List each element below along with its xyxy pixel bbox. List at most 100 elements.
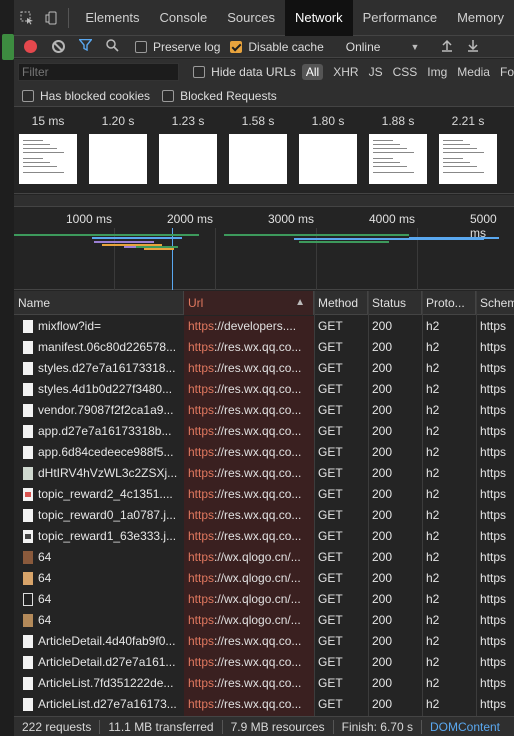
filter-type-font[interactable]: Fo: [500, 65, 514, 79]
request-name: vendor.79087f2f2ca1a9...: [38, 403, 174, 417]
filmstrip-frame[interactable]: 2.21 s: [436, 114, 500, 184]
clear-button[interactable]: [52, 40, 65, 53]
tab-console[interactable]: Console: [150, 0, 218, 36]
table-row[interactable]: ArticleDetail.d27e7a161... GET 200 h2 https h…: [14, 652, 514, 673]
request-name: ArticleList.d27e7a16173...: [38, 697, 177, 711]
request-scheme: https: [480, 592, 507, 606]
tab-performance[interactable]: Performance: [353, 0, 447, 36]
overview-tick-label: 4000 ms: [369, 212, 416, 226]
transferred-size: 11.1 MB transferred: [100, 719, 223, 734]
filter-type-media[interactable]: Media: [457, 65, 490, 79]
request-method: GET: [318, 382, 343, 396]
import-har-icon[interactable]: [441, 39, 453, 55]
requests-table-body: mixflow?id= GET 200 h2 https https://develope…: [14, 316, 514, 716]
request-method: GET: [318, 655, 343, 669]
url-remainder: ://res.wx.qq.co...: [214, 445, 302, 459]
export-har-icon[interactable]: [467, 39, 479, 55]
disable-cache-toggle[interactable]: Disable cache: [230, 39, 324, 54]
filter-icon[interactable]: [78, 38, 93, 54]
table-row[interactable]: topic_reward1_63e333.j... GET 200 h2 https ht…: [14, 526, 514, 547]
column-status-header[interactable]: Status: [368, 291, 422, 315]
column-method-header[interactable]: Method: [314, 291, 368, 315]
table-row[interactable]: ArticleDetail.4d40fab9f0... GET 200 h2 https…: [14, 631, 514, 652]
table-row[interactable]: manifest.06c80d226578... GET 200 h2 https htt…: [14, 337, 514, 358]
table-row[interactable]: 64 GET 200 h2 https https://wx.qlogo.cn/...: [14, 568, 514, 589]
filter-type-css[interactable]: CSS: [393, 65, 418, 79]
disable-cache-checkbox[interactable]: [230, 40, 243, 53]
table-row[interactable]: 64 GET 200 h2 https https://wx.qlogo.cn/...: [14, 610, 514, 631]
table-row[interactable]: topic_reward2_4c1351.... GET 200 h2 https htt…: [14, 484, 514, 505]
url-remainder: ://wx.qlogo.cn/...: [214, 592, 301, 606]
blocked-requests-checkbox[interactable]: [162, 89, 175, 102]
table-row[interactable]: app.d27e7a16173318b... GET 200 h2 https https…: [14, 421, 514, 442]
file-icon: [23, 677, 33, 690]
table-row[interactable]: 64 GET 200 h2 https https://wx.qlogo.cn/...: [14, 589, 514, 610]
tab-memory[interactable]: Memory: [447, 0, 514, 36]
filmstrip-frame[interactable]: 1.23 s: [156, 114, 220, 184]
request-url: https://res.wx.qq.co...: [188, 379, 310, 400]
record-button[interactable]: [24, 40, 37, 53]
preserve-log-toggle[interactable]: Preserve log: [135, 40, 220, 54]
throttling-select[interactable]: Online ▼: [346, 40, 420, 54]
disable-cache-label: Disable cache: [248, 39, 324, 54]
column-url-header[interactable]: Url ▲: [184, 291, 314, 315]
search-icon[interactable]: [106, 38, 119, 55]
table-row[interactable]: mixflow?id= GET 200 h2 https https://develope…: [14, 316, 514, 337]
request-name: ArticleList.7fd351222de...: [38, 676, 174, 690]
filmstrip-frame[interactable]: 1.80 s: [296, 114, 360, 184]
blocked-requests-toggle[interactable]: Blocked Requests: [162, 89, 277, 103]
hide-data-urls-checkbox[interactable]: [193, 66, 206, 78]
tab-sources[interactable]: Sources: [217, 0, 285, 36]
table-row[interactable]: vendor.79087f2f2ca1a9... GET 200 h2 https htt…: [14, 400, 514, 421]
frame-time: 1.23 s: [171, 114, 205, 128]
table-row[interactable]: styles.4d1b0d227f3480... GET 200 h2 https htt…: [14, 379, 514, 400]
request-method: GET: [318, 361, 343, 375]
table-row[interactable]: styles.d27e7a16173318... GET 200 h2 https htt…: [14, 358, 514, 379]
frame-thumbnail: [229, 134, 287, 184]
request-scheme: https: [480, 655, 507, 669]
column-scheme-header[interactable]: Schem: [476, 291, 514, 315]
filmstrip-frame[interactable]: 15 ms: [16, 114, 80, 184]
url-protocol: https: [188, 676, 215, 690]
avatar-image-icon: [23, 593, 33, 606]
filter-type-xhr[interactable]: XHR: [333, 65, 358, 79]
column-protocol-header[interactable]: Proto...: [422, 291, 476, 315]
has-blocked-cookies-checkbox[interactable]: [22, 89, 34, 102]
table-row[interactable]: app.6d84cedeece988f5... GET 200 h2 https http…: [14, 442, 514, 463]
filmstrip-frame[interactable]: 1.88 s: [366, 114, 430, 184]
url-protocol: https: [188, 445, 215, 459]
filmstrip-frame[interactable]: 1.58 s: [226, 114, 290, 184]
filmstrip-frame[interactable]: 1.20 s: [86, 114, 150, 184]
screenshots-filmstrip: 15 ms 1.20 s 1.23 s 1.58 s 1.80 s 1.88 s 2.21 …: [14, 108, 514, 194]
request-protocol: h2: [426, 466, 440, 480]
table-row[interactable]: dHtIRV4hVzWL3c2ZSXj... GET 200 h2 https https…: [14, 463, 514, 484]
request-name: manifest.06c80d226578...: [38, 340, 177, 354]
device-toggle-icon[interactable]: [39, 0, 64, 36]
file-icon: [23, 383, 33, 396]
request-method: GET: [318, 340, 343, 354]
frame-time: 2.21 s: [451, 114, 485, 128]
request-scheme: https: [480, 340, 507, 354]
tab-network[interactable]: Network: [284, 0, 353, 36]
table-row[interactable]: 64 GET 200 h2 https https://wx.qlogo.cn/...: [14, 547, 514, 568]
filter-type-all[interactable]: All: [301, 64, 324, 80]
url-remainder: ://res.wx.qq.co...: [214, 424, 302, 438]
tab-elements[interactable]: Elements: [75, 0, 149, 36]
column-name-header[interactable]: Name: [14, 291, 184, 315]
column-url-label: Url: [188, 296, 204, 310]
filter-input[interactable]: [18, 63, 180, 81]
url-protocol: https: [188, 424, 215, 438]
network-overview[interactable]: 1000 ms 2000 ms 3000 ms 4000 ms 5000 ms: [14, 208, 514, 290]
table-row[interactable]: ArticleList.d27e7a16173... GET 200 h2 https h…: [14, 694, 514, 715]
request-protocol: h2: [426, 697, 440, 711]
filter-type-js[interactable]: JS: [369, 65, 383, 79]
request-name: topic_reward1_63e333.j...: [38, 529, 177, 543]
table-row[interactable]: ArticleList.7fd351222de... GET 200 h2 https h…: [14, 673, 514, 694]
filter-type-img[interactable]: Img: [427, 65, 447, 79]
has-blocked-cookies-toggle[interactable]: Has blocked cookies: [22, 89, 150, 103]
table-row[interactable]: topic_reward0_1a0787.j... GET 200 h2 https ht…: [14, 505, 514, 526]
overview-gridline: [215, 228, 216, 290]
inspect-element-icon[interactable]: [14, 0, 39, 36]
hide-data-urls-toggle[interactable]: Hide data URLs: [193, 65, 296, 79]
preserve-log-checkbox[interactable]: [135, 40, 147, 53]
